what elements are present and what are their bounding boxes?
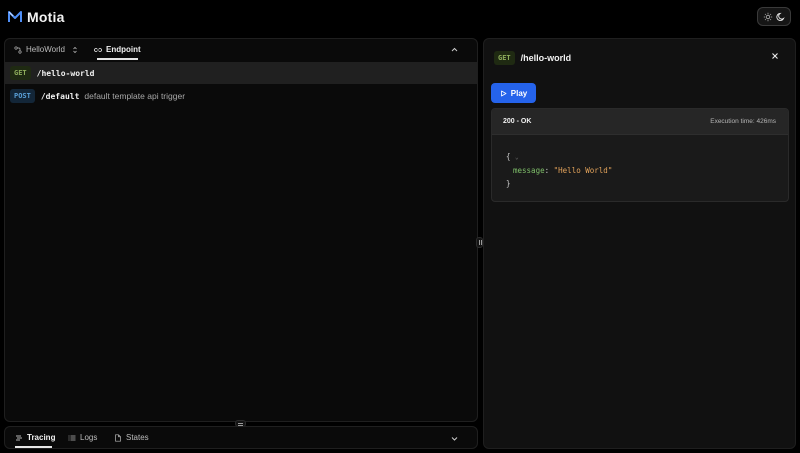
method-badge-get: GET xyxy=(494,51,515,65)
theme-toggle[interactable] xyxy=(757,7,791,26)
chevron-up-icon[interactable] xyxy=(450,45,459,54)
tracing-icon xyxy=(16,435,22,440)
method-badge-get: GET xyxy=(10,66,31,80)
top-bar: Motia xyxy=(0,0,800,34)
endpoint-path: /hello-world xyxy=(36,68,95,78)
response-body[interactable]: { ⌄ message: "Hello World" } xyxy=(492,135,788,201)
chevron-up-down-icon xyxy=(73,46,77,53)
file-icon xyxy=(115,433,121,442)
tab-flow-selector[interactable]: HelloWorld xyxy=(14,45,79,54)
bottom-panel: Tracing Logs States xyxy=(4,426,478,449)
json-close-brace: } xyxy=(506,179,511,188)
play-button-label: Play xyxy=(510,88,528,98)
app-title: Motia xyxy=(27,9,65,25)
json-open-brace: { xyxy=(506,152,511,161)
list-icon xyxy=(68,435,76,440)
endpoint-path: /default xyxy=(40,91,80,101)
tab-logs-label: Logs xyxy=(80,433,98,442)
flow-tabs: HelloWorld Endpoint xyxy=(5,39,477,61)
response-header: 200 - OK Execution time: 426ms xyxy=(492,109,788,135)
link-icon xyxy=(94,47,102,52)
response-status: 200 - OK xyxy=(503,118,532,125)
method-badge-post: POST xyxy=(10,89,35,103)
json-value: "Hello World" xyxy=(553,166,613,175)
tab-states[interactable]: States xyxy=(114,433,149,442)
endpoint-description: default template api trigger xyxy=(84,91,186,101)
app-logo[interactable]: Motia xyxy=(8,9,65,25)
vertical-resize-handle[interactable] xyxy=(476,237,483,248)
collapse-arrow-icon[interactable]: ⌄ xyxy=(515,154,519,161)
play-icon xyxy=(500,90,507,96)
flow-panel: HelloWorld Endpoint GET /hello-world POS… xyxy=(4,38,478,422)
endpoint-row[interactable]: GET /hello-world xyxy=(5,62,477,84)
endpoint-detail-panel: GET /hello-world Play 200 - OK Execution… xyxy=(483,38,796,449)
detail-header: GET /hello-world xyxy=(494,51,571,65)
tab-tracing-label: Tracing xyxy=(27,433,56,442)
detail-path: /hello-world xyxy=(520,53,572,63)
tab-states-label: States xyxy=(126,433,149,442)
moon-icon[interactable] xyxy=(775,12,786,22)
tab-endpoint[interactable]: Endpoint xyxy=(94,45,141,54)
close-icon[interactable] xyxy=(771,52,779,60)
active-tab-indicator xyxy=(15,446,52,448)
tab-tracing[interactable]: Tracing xyxy=(15,433,55,442)
chevron-down-icon[interactable] xyxy=(450,434,459,443)
response-panel: 200 - OK Execution time: 426ms { ⌄ messa… xyxy=(491,108,789,202)
json-colon: : xyxy=(544,166,554,175)
sun-icon[interactable] xyxy=(763,12,773,22)
flow-name: HelloWorld xyxy=(26,45,65,54)
flow-icon xyxy=(14,45,22,54)
motia-logo-icon xyxy=(8,11,22,22)
execution-time: Execution time: 426ms xyxy=(710,118,776,125)
endpoint-row[interactable]: POST /default default template api trigg… xyxy=(5,85,477,107)
tab-logs[interactable]: Logs xyxy=(68,433,97,442)
active-tab-indicator xyxy=(97,58,138,60)
json-key: message xyxy=(513,166,545,175)
tab-endpoint-label: Endpoint xyxy=(106,45,141,54)
play-button[interactable]: Play xyxy=(491,83,536,103)
